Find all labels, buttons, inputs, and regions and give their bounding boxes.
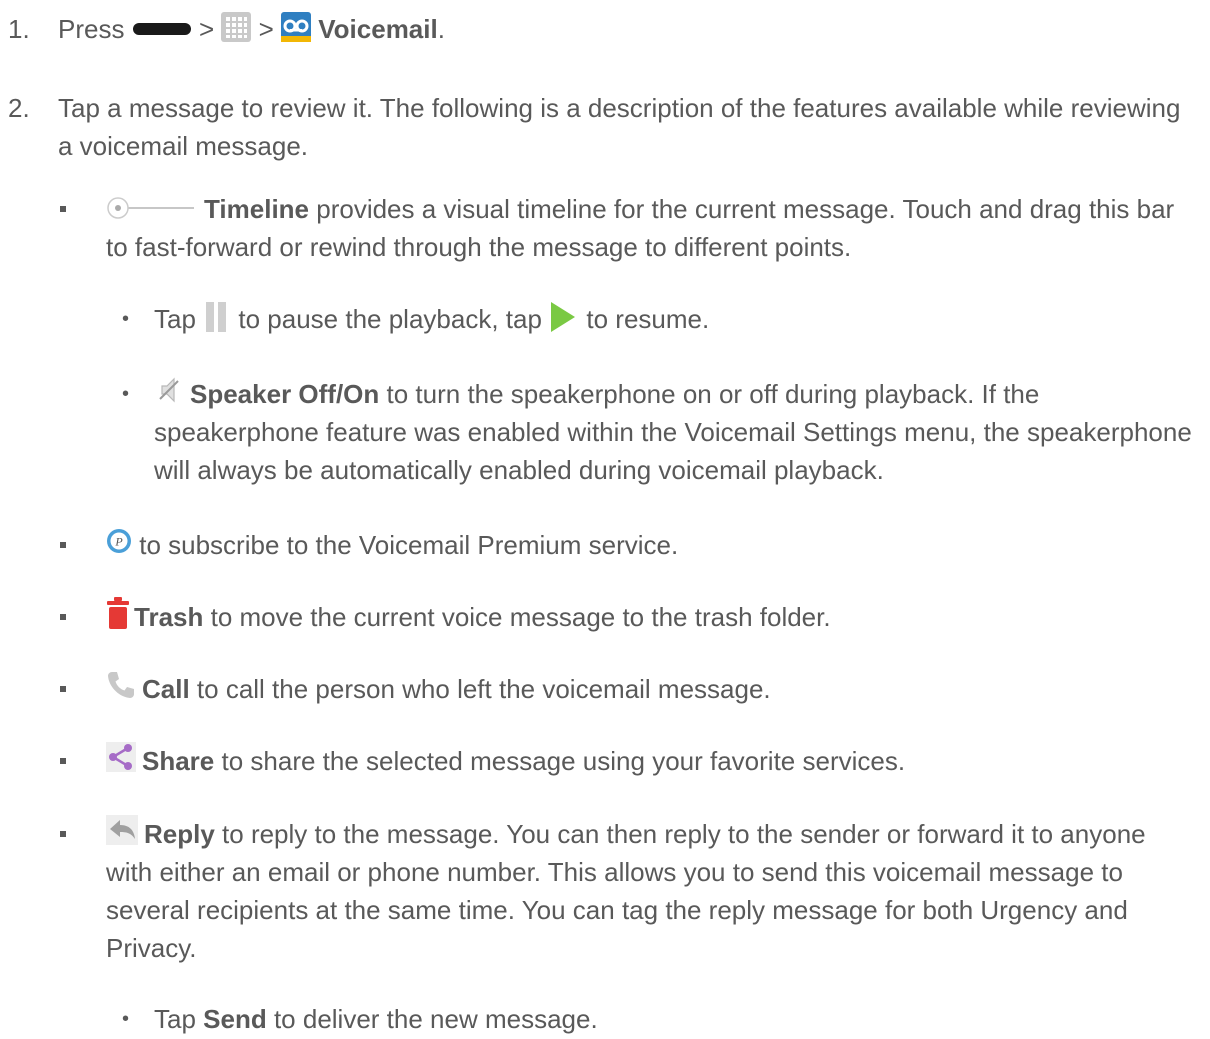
trash-text: to move the current voice message to the… — [203, 602, 831, 632]
speaker-off-icon — [154, 375, 184, 405]
send-label: Send — [203, 1004, 267, 1034]
voicemail-label: Voicemail — [318, 14, 438, 44]
call-label: Call — [142, 674, 190, 704]
step-number: 2. — [8, 93, 30, 123]
feature-content: Call to call the person who left the voi… — [106, 670, 1198, 708]
share-label: Share — [142, 746, 215, 776]
reply-icon — [106, 815, 138, 846]
apps-grid-icon — [221, 12, 252, 43]
play-icon — [549, 302, 576, 333]
separator: > — [258, 14, 274, 44]
feature-content: Speaker Off/On to turn the speakerphone … — [154, 375, 1202, 489]
reply-label: Reply — [144, 819, 215, 849]
square-bullet — [58, 190, 98, 228]
pause-icon — [203, 302, 231, 333]
speaker-label: Speaker Off/On — [190, 379, 380, 409]
separator: > — [198, 14, 215, 44]
call-text: to call the person who left the voicemai… — [189, 674, 771, 704]
dot-bullet: • — [122, 383, 130, 405]
square-bullet — [58, 742, 98, 780]
pause-text: to pause the playback, tap — [231, 304, 550, 334]
press-text: Press — [58, 14, 125, 44]
feature-content: Timeline provides a visual timeline for … — [106, 190, 1198, 266]
square-bullet — [58, 815, 98, 853]
instructions-page: 1. Press > > Voicemail. 2. Tap a message… — [0, 0, 1210, 1039]
feature-content: P to subscribe to the Voicemail Premium … — [106, 526, 1198, 564]
square-bullet — [58, 598, 98, 636]
timeline-label: Timeline — [204, 194, 310, 224]
square-bullet — [58, 526, 98, 564]
send-text: to deliver the new message. — [266, 1004, 598, 1034]
voicemail-icon — [281, 12, 312, 43]
feature-content: Trash to move the current voice message … — [106, 597, 1198, 636]
resume-text: to resume. — [579, 304, 710, 334]
reply-text: to reply to the message. You can then re… — [106, 819, 1146, 963]
step-number: 1. — [8, 14, 30, 44]
square-bullet — [58, 670, 98, 708]
period: . — [437, 14, 445, 44]
feature-content: Reply to reply to the message. You can t… — [106, 815, 1198, 967]
feature-content: Share to share the selected message usin… — [106, 742, 1198, 780]
tap-text: Tap — [154, 304, 196, 334]
trash-icon — [106, 597, 130, 630]
premium-text: to subscribe to the Voicemail Premium se… — [132, 530, 679, 560]
timeline-slider-icon — [106, 196, 194, 220]
trash-label: Trash — [134, 602, 204, 632]
premium-icon: P — [106, 528, 132, 554]
phone-icon — [106, 670, 136, 700]
dot-bullet: • — [122, 308, 130, 330]
home-key-icon — [132, 22, 192, 36]
share-text: to share the selected message using your… — [214, 746, 906, 776]
share-icon — [106, 742, 136, 773]
feature-content: Tap to pause the playback, tap to resume… — [154, 300, 1202, 338]
svg-text:P: P — [114, 535, 123, 549]
feature-content: Tap Send to deliver the new message. — [154, 1000, 1202, 1038]
dot-bullet: • — [122, 1008, 130, 1030]
step-body: Press > > Voicemail. — [58, 10, 1198, 48]
step-body: Tap a message to review it. The followin… — [58, 93, 1181, 161]
tap-text: Tap — [154, 1004, 204, 1034]
